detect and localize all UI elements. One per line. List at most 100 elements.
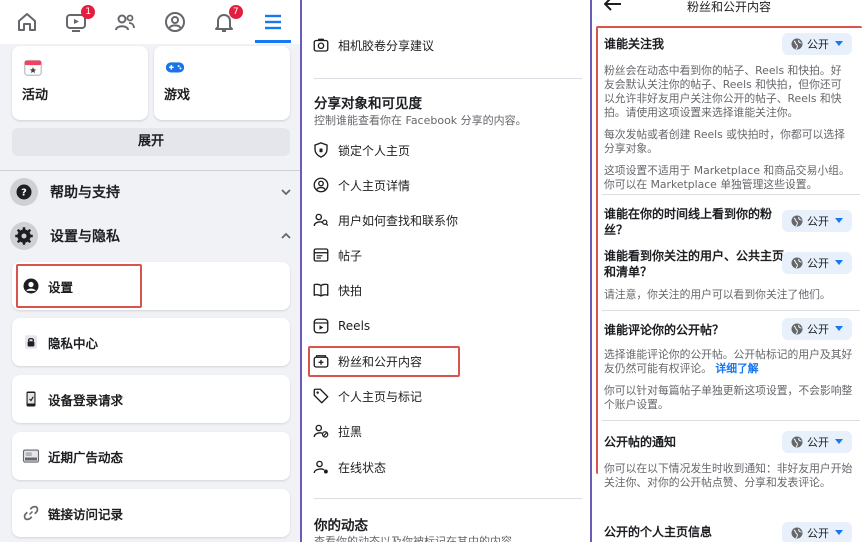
menu-item-device-login[interactable]: 设备登录请求 — [12, 375, 290, 423]
caret-down-icon — [835, 530, 843, 535]
menu-item-settings[interactable]: 设置 — [12, 262, 290, 310]
audience-selector[interactable]: 公开 — [782, 210, 852, 232]
profile-icon[interactable] — [162, 9, 188, 35]
audience-label: 公开 — [807, 38, 829, 51]
settings-item-stories[interactable]: 快拍 — [312, 275, 582, 305]
menu-item-label: 近期广告动态 — [48, 449, 124, 465]
audience-label: 公开 — [807, 323, 829, 336]
section-help-support[interactable]: ? 帮助与支持 — [10, 172, 292, 212]
setting-description: 请注意，你关注的用户可以看到你关注了他们。 — [604, 288, 831, 301]
menu-panel: 1 7 活动 游戏 展开 ? 帮助与支持 设置与隐私 设置 隐私中心 设备登录请… — [0, 0, 300, 542]
shortcut-events[interactable]: 活动 — [12, 46, 148, 120]
setting-description: 这项设置不适用于 Marketplace 和商品交易小组。你可以在 Market… — [604, 164, 850, 191]
section-settings-privacy[interactable]: 设置与隐私 — [10, 216, 292, 256]
settings-item-label: 在线状态 — [338, 460, 387, 475]
section-subtitle: 查看你的动态以及你被标记在其中的内容 — [314, 535, 512, 542]
post-icon — [313, 248, 329, 262]
setting-description: 你可以针对每篇帖子单独更新这项设置，不会影响整个账户设置。 — [604, 384, 853, 411]
settings-item-label: 帖子 — [338, 248, 363, 263]
menu-item-label: 设备登录请求 — [48, 392, 124, 408]
audience-selector[interactable]: 公开 — [782, 252, 852, 274]
setting-who-can-see-following: 谁能看到你关注的用户、公共主页和清单？ 公开 请注意，你关注的用户可以看到你关注… — [596, 240, 864, 310]
menu-item-label: 设置 — [48, 279, 74, 295]
gear-icon — [10, 222, 38, 250]
audience-selector[interactable]: 公开 — [782, 33, 852, 55]
calendar-icon — [24, 59, 42, 76]
settings-item-posts[interactable]: 帖子 — [312, 240, 582, 270]
setting-title: 谁能在你的时间线上看到你的粉丝？ — [604, 207, 773, 237]
shield-icon — [314, 142, 328, 158]
menu-item-link-history[interactable]: 链接访问记录 — [12, 489, 290, 537]
audience-label: 公开 — [807, 257, 829, 270]
globe-icon — [791, 257, 803, 269]
divider — [602, 194, 860, 195]
globe-icon — [791, 436, 803, 448]
settings-item-label: 锁定个人主页 — [338, 143, 411, 158]
settings-item-lock-profile[interactable]: 锁定个人主页 — [312, 135, 582, 165]
video-icon[interactable]: 1 — [63, 5, 96, 35]
setting-description: 你可以在以下情况发生时收到通知：非好友用户开始关注你、对你的公开帖点赞、分享和发… — [604, 462, 853, 489]
home-icon[interactable] — [14, 9, 40, 35]
settings-item-label: Reels — [338, 319, 371, 333]
setting-description: 粉丝会在动态中看到你的帖子、Reels 和快拍。好友会默认关注你的帖子、Reel… — [604, 64, 842, 119]
shortcut-label: 游戏 — [164, 88, 191, 103]
audience-selector[interactable]: 公开 — [782, 431, 852, 453]
setting-description: 选择谁能评论你的公开帖。公开帖标记的用户及其好友仍然可能有权评论。 详细了解 — [604, 348, 856, 376]
audience-selector[interactable]: 公开 — [782, 318, 852, 340]
settings-list-panel: 相机胶卷分享建议 分享对象和可见度 控制谁能查看你在 Facebook 分享的内… — [300, 0, 592, 542]
setting-public-profile-info: 公开的个人主页信息 公开 — [596, 512, 864, 542]
settings-item-profile-details[interactable]: 个人主页详情 — [312, 170, 582, 200]
notification-badge: 7 — [228, 5, 243, 19]
expand-button[interactable]: 展开 — [12, 128, 290, 156]
online-status-icon — [313, 460, 328, 474]
settings-item-reels[interactable]: Reels — [312, 311, 582, 341]
section-label: 设置与隐私 — [50, 229, 120, 245]
section-subtitle: 控制谁能查看你在 Facebook 分享的内容。 — [314, 114, 527, 127]
menu-item-label: 隐私中心 — [48, 335, 99, 351]
chevron-down-icon — [281, 189, 291, 196]
settings-item-profile-tagging[interactable]: 个人主页与标记 — [312, 381, 582, 411]
audience-selector[interactable]: 公开 — [782, 522, 852, 542]
settings-item-followers-public-content[interactable]: 粉丝和公开内容 — [312, 346, 582, 376]
settings-item-label: 个人主页与标记 — [338, 389, 423, 404]
settings-item-label: 快拍 — [338, 283, 363, 298]
back-arrow-icon[interactable] — [604, 0, 622, 11]
audience-label: 公开 — [807, 527, 829, 540]
settings-item-camera-roll[interactable]: 相机胶卷分享建议 — [312, 30, 582, 60]
screenshot-stage: 1 7 活动 游戏 展开 ? 帮助与支持 设置与隐私 设置 隐私中心 设备登录请… — [0, 0, 867, 542]
page-title: 粉丝和公开内容 — [686, 0, 771, 14]
menu-icon[interactable] — [260, 9, 286, 35]
menu-item-privacy-center[interactable]: 隐私中心 — [12, 318, 290, 366]
settings-item-active-status[interactable]: 在线状态 — [312, 452, 582, 482]
settings-item-label: 用户如何查找和联系你 — [338, 213, 459, 228]
ads-icon — [22, 449, 40, 463]
block-user-icon — [313, 424, 329, 438]
settings-item-label: 拉黑 — [338, 424, 363, 439]
bell-icon[interactable]: 7 — [211, 5, 243, 35]
shortcut-games[interactable]: 游戏 — [154, 46, 290, 120]
settings-item-how-people-find-you[interactable]: 用户如何查找和联系你 — [312, 205, 582, 235]
followers-icon — [313, 355, 329, 368]
followers-settings-panel: 粉丝和公开内容 谁能关注我 公开 粉丝会在动态中看到你的帖子、Reels 和快拍… — [594, 0, 867, 542]
setting-title: 公开的个人主页信息 — [604, 525, 713, 539]
friends-icon[interactable] — [112, 9, 138, 35]
shortcut-label: 活动 — [22, 88, 49, 103]
account-icon — [23, 278, 39, 294]
menu-item-recent-ads[interactable]: 近期广告动态 — [12, 432, 290, 480]
divider — [0, 170, 300, 171]
active-tab-indicator — [255, 40, 291, 43]
user-circle-icon — [313, 177, 329, 193]
setting-title: 谁能看到你关注的用户、公共主页和清单？ — [604, 249, 785, 279]
globe-icon — [791, 527, 803, 539]
settings-item-blocking[interactable]: 拉黑 — [312, 416, 582, 446]
setting-who-can-see-followers: 谁能在你的时间线上看到你的粉丝？ 公开 — [596, 196, 864, 240]
settings-item-label: 相机胶卷分享建议 — [338, 38, 435, 53]
setting-title: 谁能关注我 — [604, 37, 665, 51]
setting-description: 每次发帖或者创建 Reels 或快拍时，你都可以选择分享对象。 — [604, 128, 845, 155]
section-title: 分享对象和可见度 — [314, 96, 422, 112]
video-badge: 1 — [81, 5, 96, 19]
learn-more-link[interactable]: 详细了解 — [715, 362, 758, 375]
section-label: 帮助与支持 — [50, 185, 120, 201]
caret-down-icon — [835, 41, 843, 46]
caret-down-icon — [835, 326, 843, 331]
